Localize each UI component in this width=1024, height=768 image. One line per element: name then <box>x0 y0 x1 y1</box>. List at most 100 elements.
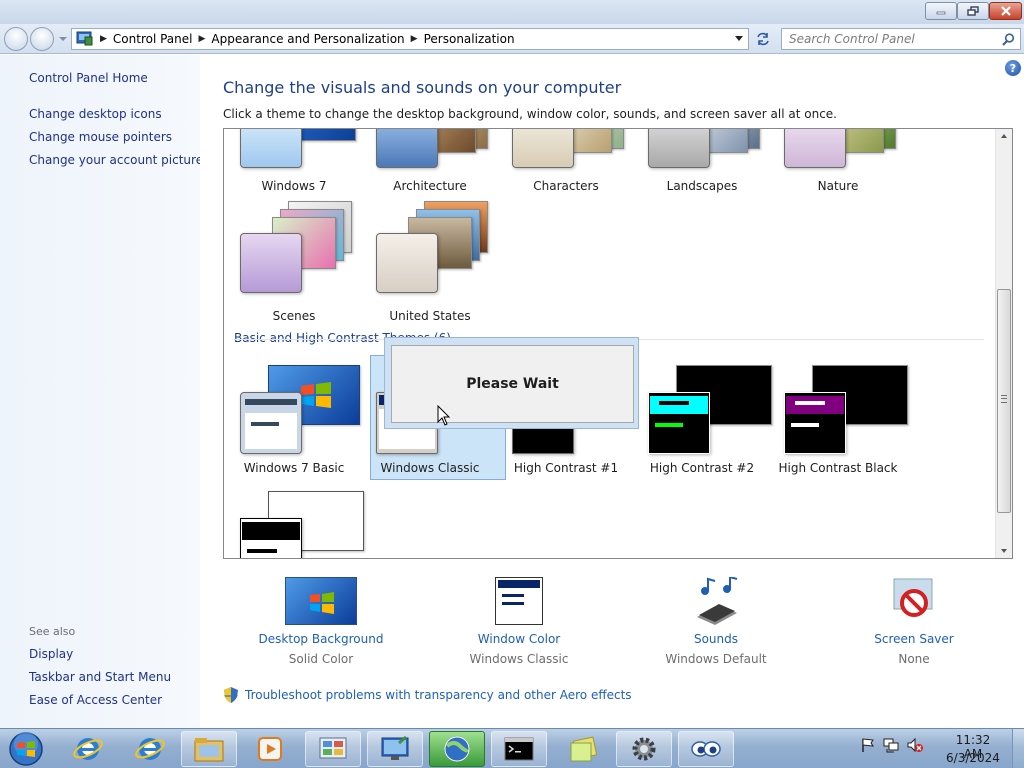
back-button[interactable] <box>4 27 28 51</box>
screen-saver-value: None <box>898 652 930 666</box>
display-link[interactable]: Display <box>29 647 73 661</box>
taskbar-personalization[interactable] <box>367 731 423 767</box>
window-color-option[interactable]: Window Color Windows Classic <box>429 577 609 672</box>
taskbar-start-menu-link[interactable]: Taskbar and Start Menu <box>29 670 171 684</box>
theme-characters[interactable]: Characters <box>498 129 634 215</box>
troubleshoot-row[interactable]: Troubleshoot problems with transparency … <box>223 686 632 704</box>
troubleshoot-aero-link[interactable]: Troubleshoot problems with transparency … <box>245 688 632 702</box>
sounds-value: Windows Default <box>665 652 767 666</box>
taskbar-internet-explorer[interactable] <box>60 731 116 767</box>
theme-label: United States <box>389 309 471 323</box>
theme-list-scrollbar[interactable] <box>995 129 1012 558</box>
sounds-option[interactable]: Sounds Windows Default <box>626 577 806 672</box>
control-panel-icon <box>319 737 347 759</box>
network-icon[interactable] <box>882 737 900 753</box>
media-player-icon <box>258 737 282 761</box>
address-bar[interactable]: ▶ Control Panel ▶ Appearance and Persona… <box>71 28 749 50</box>
forward-button[interactable] <box>30 27 54 51</box>
breadcrumb-control-panel[interactable]: Control Panel <box>113 32 193 46</box>
window-titlebar <box>0 0 1024 24</box>
sounds-link[interactable]: Sounds <box>626 632 806 646</box>
address-toolbar: ▶ Control Panel ▶ Appearance and Persona… <box>0 24 1024 54</box>
breadcrumb-separator-icon[interactable]: ▶ <box>411 34 418 44</box>
refresh-button[interactable] <box>751 28 775 50</box>
volume-muted-icon[interactable] <box>906 737 924 753</box>
internet-explorer-icon <box>135 738 165 760</box>
change-mouse-pointers-link[interactable]: Change mouse pointers <box>29 130 172 144</box>
control-panel-home-link[interactable]: Control Panel Home <box>29 71 148 85</box>
page-title: Change the visuals and sounds on your co… <box>223 78 622 97</box>
sticky-notes-icon <box>570 736 598 762</box>
help-icon[interactable]: ? <box>1005 60 1021 76</box>
window-color-link[interactable]: Window Color <box>429 632 609 646</box>
theme-thumbnail <box>236 201 356 301</box>
scroll-down-arrow-icon[interactable] <box>1000 548 1008 554</box>
search-icon[interactable] <box>1002 33 1015 46</box>
search-box[interactable] <box>781 28 1021 50</box>
theme-scenes[interactable]: Scenes <box>226 201 362 325</box>
windows-orb-icon <box>9 732 43 766</box>
action-center-flag-icon[interactable] <box>860 737 876 753</box>
theme-high-contrast-black[interactable]: High Contrast Black <box>770 365 908 489</box>
minimize-button[interactable] <box>925 2 957 20</box>
personalization-icon <box>381 735 409 760</box>
taskbar-control-panel[interactable] <box>305 731 361 767</box>
breadcrumb-appearance[interactable]: Appearance and Personalization <box>211 32 404 46</box>
taskbar-internet-explorer-2[interactable] <box>122 731 178 767</box>
breadcrumb-personalization[interactable]: Personalization <box>424 32 515 46</box>
theme-label: High Contrast Black <box>778 461 898 475</box>
desktop-background-value: Solid Color <box>288 652 354 666</box>
page-subtitle: Click a theme to change the desktop back… <box>223 107 837 121</box>
please-wait-dialog: Please Wait <box>384 337 639 429</box>
taskbar-settings[interactable] <box>616 731 672 767</box>
theme-label: High Contrast #2 <box>649 461 755 475</box>
internet-explorer-icon <box>73 738 103 760</box>
globe-icon <box>444 736 470 762</box>
theme-label: High Contrast #1 <box>513 461 619 475</box>
theme-label: Landscapes <box>666 179 738 193</box>
theme-nature[interactable]: Nature <box>770 129 906 215</box>
search-input[interactable] <box>782 32 992 46</box>
theme-high-contrast-white[interactable] <box>226 491 364 558</box>
restore-button[interactable] <box>957 2 989 20</box>
taskbar-media-player[interactable] <box>242 731 298 767</box>
shield-icon <box>224 687 238 703</box>
control-panel-icon <box>76 31 93 46</box>
theme-united-states[interactable]: United States <box>362 201 498 325</box>
theme-landscapes[interactable]: Landscapes <box>634 129 770 215</box>
folder-icon <box>194 738 224 762</box>
theme-windows-7-basic[interactable]: Windows 7 Basic <box>226 365 362 489</box>
close-button[interactable] <box>989 2 1022 20</box>
screen-saver-link[interactable]: Screen Saver <box>824 632 1004 646</box>
taskbar-file-explorer[interactable] <box>181 731 237 767</box>
address-dropdown-icon[interactable] <box>734 35 744 43</box>
taskbar-accessibility[interactable] <box>678 731 734 767</box>
theme-label: Windows Classic <box>380 461 480 475</box>
breadcrumb-separator-icon[interactable]: ▶ <box>100 34 107 44</box>
theme-label: Characters <box>533 179 599 193</box>
gear-icon <box>632 737 656 761</box>
taskbar: 11:32 AM 6/3/2024 <box>0 728 1024 768</box>
screen-saver-option[interactable]: Screen Saver None <box>824 577 1004 672</box>
scroll-thumb[interactable] <box>997 289 1011 513</box>
taskbar-sticky-notes[interactable] <box>555 731 611 767</box>
recent-pages-chevron-icon[interactable] <box>58 34 68 44</box>
taskbar-network-app[interactable] <box>429 731 485 767</box>
scroll-up-arrow-icon[interactable] <box>1000 133 1008 139</box>
eyes-icon <box>691 741 721 757</box>
theme-high-contrast-2[interactable]: High Contrast #2 <box>634 365 772 489</box>
start-button[interactable] <box>7 731 45 767</box>
change-desktop-icons-link[interactable]: Change desktop icons <box>29 107 162 121</box>
taskbar-command-prompt[interactable] <box>491 731 547 767</box>
show-desktop-button[interactable] <box>1012 729 1024 768</box>
left-navigation-pane: Control Panel Home Change desktop icons … <box>0 55 203 728</box>
screen-saver-icon <box>893 578 933 617</box>
breadcrumb-separator-icon[interactable]: ▶ <box>199 34 206 44</box>
ease-of-access-link[interactable]: Ease of Access Center <box>29 693 162 707</box>
theme-thumbnail <box>236 491 364 558</box>
clock-date[interactable]: 6/3/2024 <box>946 751 1000 765</box>
desktop-background-link[interactable]: Desktop Background <box>231 632 411 646</box>
mouse-cursor-icon <box>437 405 451 426</box>
change-account-picture-link[interactable]: Change your account picture <box>29 153 203 167</box>
desktop-background-option[interactable]: Desktop Background Solid Color <box>231 577 411 672</box>
